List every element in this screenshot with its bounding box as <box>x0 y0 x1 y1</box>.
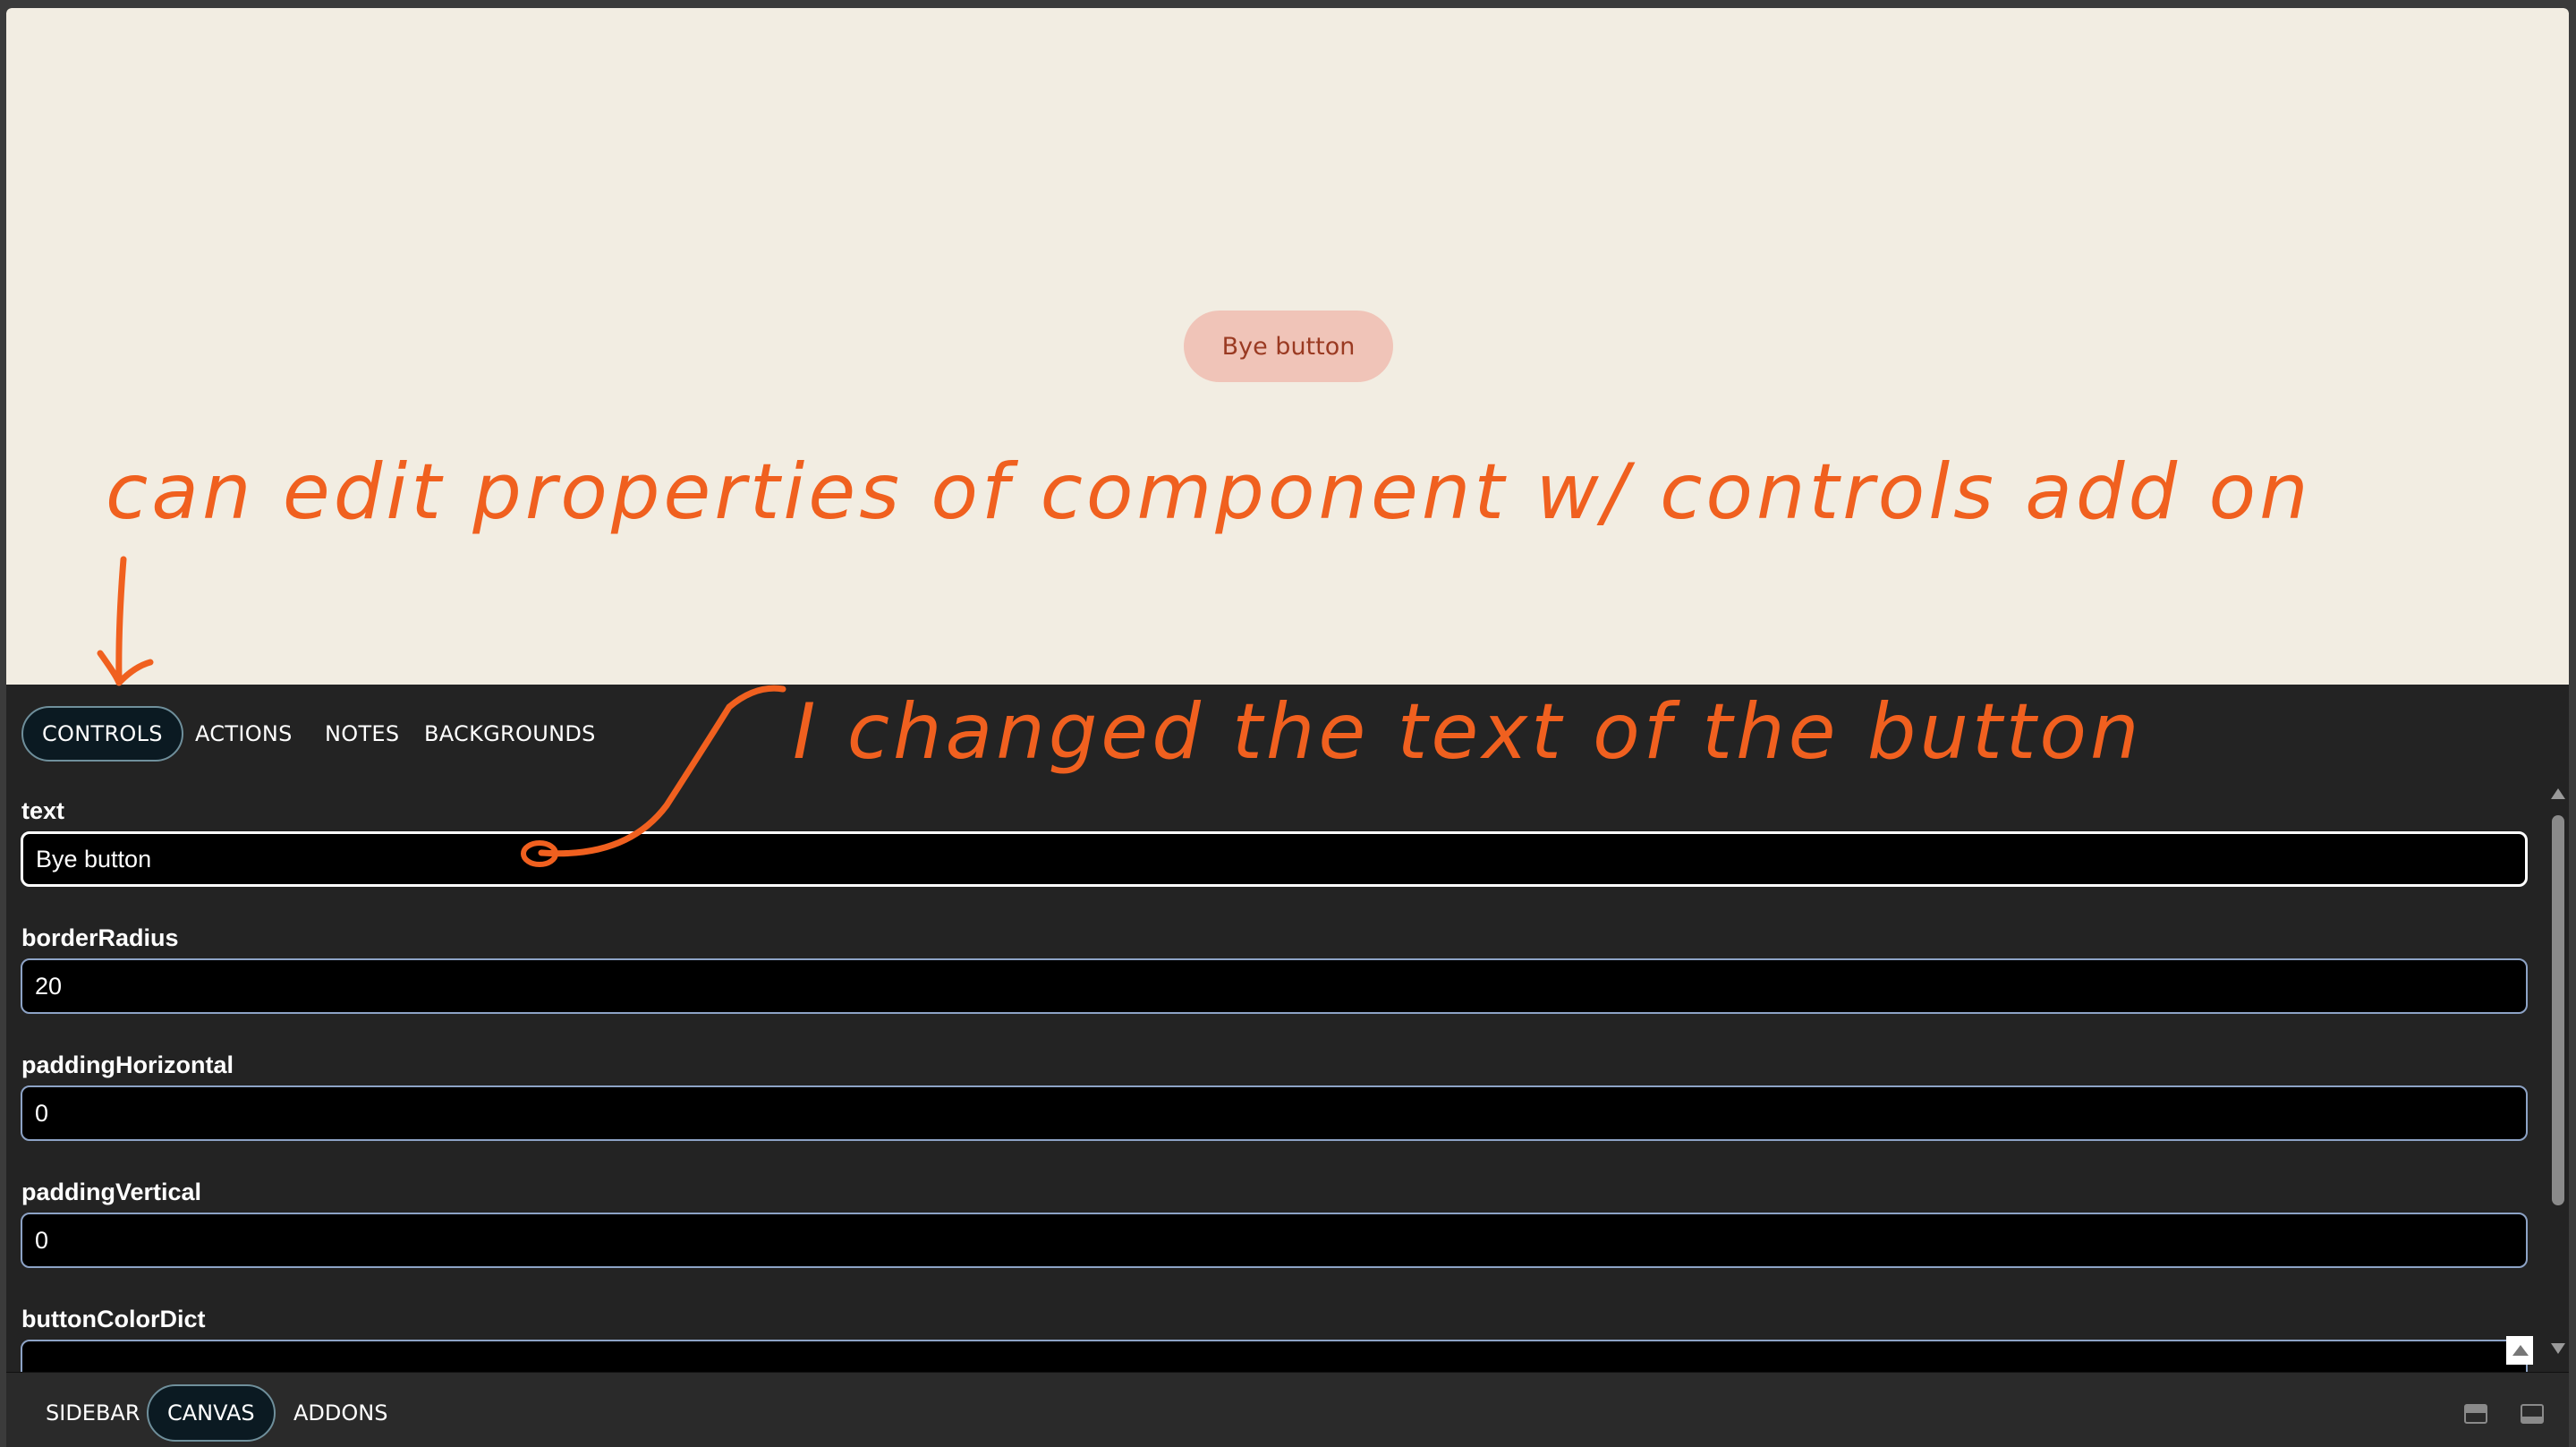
scroll-up-arrow-icon[interactable] <box>2551 788 2565 799</box>
border-radius-input[interactable] <box>21 958 2528 1014</box>
tab-backgrounds[interactable]: BACKGROUNDS <box>405 706 615 762</box>
bottom-tab-canvas[interactable]: CANVAS <box>147 1384 276 1442</box>
text-input[interactable] <box>21 831 2528 887</box>
bottom-tab-addons[interactable]: ADDONS <box>275 1384 406 1442</box>
button-color-dict-textarea[interactable] <box>21 1340 2528 1372</box>
control-label-border-radius: borderRadius <box>21 924 179 951</box>
controls-scrollbar[interactable] <box>2546 776 2569 1366</box>
annotation-text-change-note: I changed the text of the button <box>793 687 2143 777</box>
tab-controls[interactable]: CONTROLS <box>21 706 183 762</box>
annotation-controls-note: can edit properties of component w/ cont… <box>106 447 2312 537</box>
panel-bottom-icon[interactable] <box>2521 1404 2544 1424</box>
control-label-padding-horizontal: paddingHorizontal <box>21 1051 234 1078</box>
padding-vertical-input[interactable] <box>21 1213 2528 1268</box>
scroll-thumb[interactable] <box>2552 815 2564 1205</box>
controls-panel: text borderRadius paddingHorizontal padd… <box>6 763 2569 1372</box>
scroll-down-arrow-icon[interactable] <box>2551 1343 2565 1354</box>
bottom-bar: SIDEBAR CANVAS ADDONS <box>6 1372 2569 1447</box>
control-label-button-color-dict: buttonColorDict <box>21 1306 206 1332</box>
control-label-text: text <box>21 797 65 824</box>
panel-top-icon[interactable] <box>2464 1404 2487 1424</box>
padding-horizontal-input[interactable] <box>21 1085 2528 1141</box>
control-label-padding-vertical: paddingVertical <box>21 1179 202 1205</box>
canvas-preview: Bye button <box>6 8 2569 685</box>
preview-button[interactable]: Bye button <box>1184 311 1393 382</box>
bottom-tab-sidebar[interactable]: SIDEBAR <box>27 1384 159 1442</box>
tab-actions[interactable]: ACTIONS <box>176 706 311 762</box>
textarea-scroll-up-icon[interactable] <box>2506 1336 2533 1365</box>
tab-notes[interactable]: NOTES <box>306 706 418 762</box>
